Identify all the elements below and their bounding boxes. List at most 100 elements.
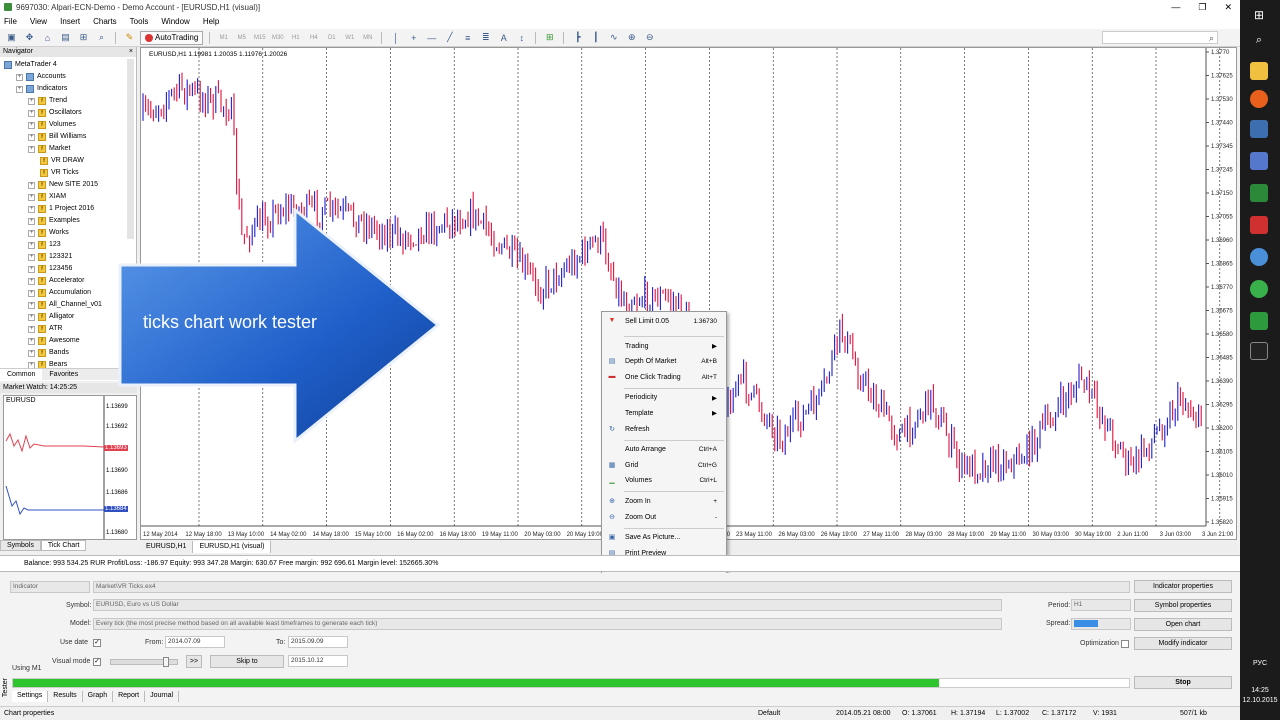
- navigator-item[interactable]: + f ATR: [28, 323, 62, 335]
- tf-mn[interactable]: MN: [360, 31, 375, 45]
- tab-journal[interactable]: Journal: [145, 691, 180, 702]
- tester-type-select[interactable]: Indicator: [10, 581, 90, 593]
- expand-icon[interactable]: +: [28, 133, 35, 141]
- tf-m15[interactable]: M15: [252, 31, 267, 45]
- navigator-item[interactable]: + f 123321: [28, 251, 72, 263]
- text-icon[interactable]: A: [496, 31, 511, 45]
- navigator-item[interactable]: + f All_Channel_v01: [28, 299, 102, 311]
- tester-icon[interactable]: ⌕: [94, 31, 109, 45]
- tab-results[interactable]: Results: [48, 691, 83, 702]
- profiles-icon[interactable]: ✥: [22, 31, 37, 45]
- expand-icon[interactable]: +: [28, 217, 35, 225]
- close-button[interactable]: ✕: [1224, 0, 1232, 14]
- market-watch-icon[interactable]: ⌂: [40, 31, 55, 45]
- tab-favorites[interactable]: Favorites: [42, 369, 85, 380]
- open-chart-button[interactable]: Open chart: [1134, 618, 1232, 631]
- tf-h1[interactable]: H1: [288, 31, 303, 45]
- use-date-checkbox[interactable]: ✓: [93, 639, 101, 647]
- context-menu-item[interactable]: Auto Arrange Ctrl+A: [602, 443, 726, 457]
- navigator-item[interactable]: + f 1 Project 2016: [28, 203, 94, 215]
- autotrading-button[interactable]: AutoTrading: [140, 30, 204, 45]
- menu-help[interactable]: Help: [203, 17, 219, 26]
- tab-tick-chart[interactable]: Tick Chart: [40, 540, 87, 551]
- start-icon[interactable]: ⊞: [1250, 8, 1268, 26]
- navigator-item[interactable]: + f Examples: [28, 215, 80, 227]
- navigator-item[interactable]: + f Accelerator: [28, 275, 84, 287]
- tf-w1[interactable]: W1: [342, 31, 357, 45]
- expand-icon[interactable]: +: [28, 265, 35, 273]
- menu-window[interactable]: Window: [161, 17, 189, 26]
- context-menu-item[interactable]: Template ▶: [602, 406, 726, 420]
- channel-icon[interactable]: ≡: [460, 31, 475, 45]
- app-icon[interactable]: [1250, 280, 1268, 298]
- navigator-item[interactable]: + f Volumes: [28, 119, 76, 131]
- from-date-input[interactable]: 2014.07.09: [165, 636, 225, 648]
- search-input[interactable]: ⌕: [1102, 31, 1218, 44]
- expand-icon[interactable]: +: [28, 145, 35, 153]
- context-menu-item[interactable]: ▬ One Click Trading Alt+T: [602, 370, 726, 384]
- navigator-item[interactable]: + f 123456: [28, 263, 72, 275]
- hline-icon[interactable]: —: [424, 31, 439, 45]
- fast-forward-button[interactable]: >>: [186, 655, 202, 668]
- explorer-icon[interactable]: [1250, 62, 1268, 80]
- context-menu-item[interactable]: ▤ Depth Of Market Alt+B: [602, 355, 726, 369]
- expand-icon[interactable]: +: [16, 85, 23, 93]
- expand-icon[interactable]: +: [28, 349, 35, 357]
- stop-button[interactable]: Stop: [1134, 676, 1232, 689]
- expand-icon[interactable]: +: [28, 121, 35, 129]
- zoom-in-icon[interactable]: ⊕: [624, 31, 639, 45]
- menu-file[interactable]: File: [4, 17, 17, 26]
- symbol-properties-button[interactable]: Symbol properties: [1134, 599, 1232, 612]
- cursor-icon[interactable]: │: [388, 31, 403, 45]
- context-menu-item[interactable]: ⊖ Zoom Out -: [602, 510, 726, 524]
- context-menu-item[interactable]: ▼ Sell Limit 0.05 1.36730: [602, 314, 726, 328]
- menu-view[interactable]: View: [30, 17, 47, 26]
- minimize-button[interactable]: —: [1171, 0, 1180, 14]
- menu-insert[interactable]: Insert: [60, 17, 80, 26]
- tab-common[interactable]: Common: [0, 369, 43, 380]
- clock[interactable]: 14:25 12.10.2015: [1240, 686, 1280, 706]
- optimization-checkbox[interactable]: [1121, 640, 1129, 648]
- terminal-icon[interactable]: ⊞: [76, 31, 91, 45]
- to-date-input[interactable]: 2015.09.09: [288, 636, 348, 648]
- visual-mode-checkbox[interactable]: ✓: [93, 658, 101, 666]
- expand-icon[interactable]: +: [16, 73, 23, 81]
- indicator-select[interactable]: Market\VR Ticks.ex4: [93, 581, 1130, 593]
- menu-charts[interactable]: Charts: [93, 17, 117, 26]
- tab-chart-eurusd-h1-visual[interactable]: EURUSD,H1 (visual): [193, 541, 272, 553]
- arrows-icon[interactable]: ↕: [514, 31, 529, 45]
- expand-icon[interactable]: +: [28, 193, 35, 201]
- navigator-item[interactable]: + f XIAM: [28, 191, 66, 203]
- fibo-icon[interactable]: ≣: [478, 31, 493, 45]
- navigator-item[interactable]: + f Alligator: [28, 311, 74, 323]
- tab-graph[interactable]: Graph: [83, 691, 114, 702]
- tab-chart-eurusd-h1[interactable]: EURUSD,H1: [140, 541, 194, 553]
- navigator-item[interactable]: + f Market: [28, 143, 70, 155]
- crosshair-icon[interactable]: +: [406, 31, 421, 45]
- navigator-item[interactable]: + f New SITE 2015: [28, 179, 98, 191]
- bar-chart-icon[interactable]: ┣: [570, 31, 585, 45]
- navigator-item[interactable]: + f Awesome: [28, 335, 80, 347]
- navigator-item[interactable]: + f Bill Williams: [28, 131, 86, 143]
- model-select[interactable]: Every tick (the most precise method base…: [93, 618, 1002, 630]
- expand-icon[interactable]: +: [28, 325, 35, 333]
- tf-m30[interactable]: M30: [270, 31, 285, 45]
- navigator-item[interactable]: + Accounts: [16, 71, 66, 83]
- app-icon[interactable]: [1250, 312, 1268, 330]
- spread-select[interactable]: [1071, 618, 1131, 630]
- tf-m1[interactable]: M1: [216, 31, 231, 45]
- indicators-icon[interactable]: ⊞: [542, 31, 557, 45]
- symbol-select[interactable]: EURUSD, Euro vs US Dollar: [93, 599, 1002, 611]
- candle-chart-icon[interactable]: ┃: [588, 31, 603, 45]
- app-icon[interactable]: [1250, 184, 1268, 202]
- expand-icon[interactable]: +: [28, 253, 35, 261]
- tf-d1[interactable]: D1: [324, 31, 339, 45]
- app-icon[interactable]: [1250, 248, 1268, 266]
- close-icon[interactable]: ×: [129, 47, 133, 57]
- expand-icon[interactable]: +: [28, 97, 35, 105]
- skip-to-date-input[interactable]: 2015.10.12: [288, 655, 348, 667]
- trendline-icon[interactable]: ╱: [442, 31, 457, 45]
- expand-icon[interactable]: +: [28, 229, 35, 237]
- line-chart-icon[interactable]: ∿: [606, 31, 621, 45]
- expand-icon[interactable]: +: [28, 301, 35, 309]
